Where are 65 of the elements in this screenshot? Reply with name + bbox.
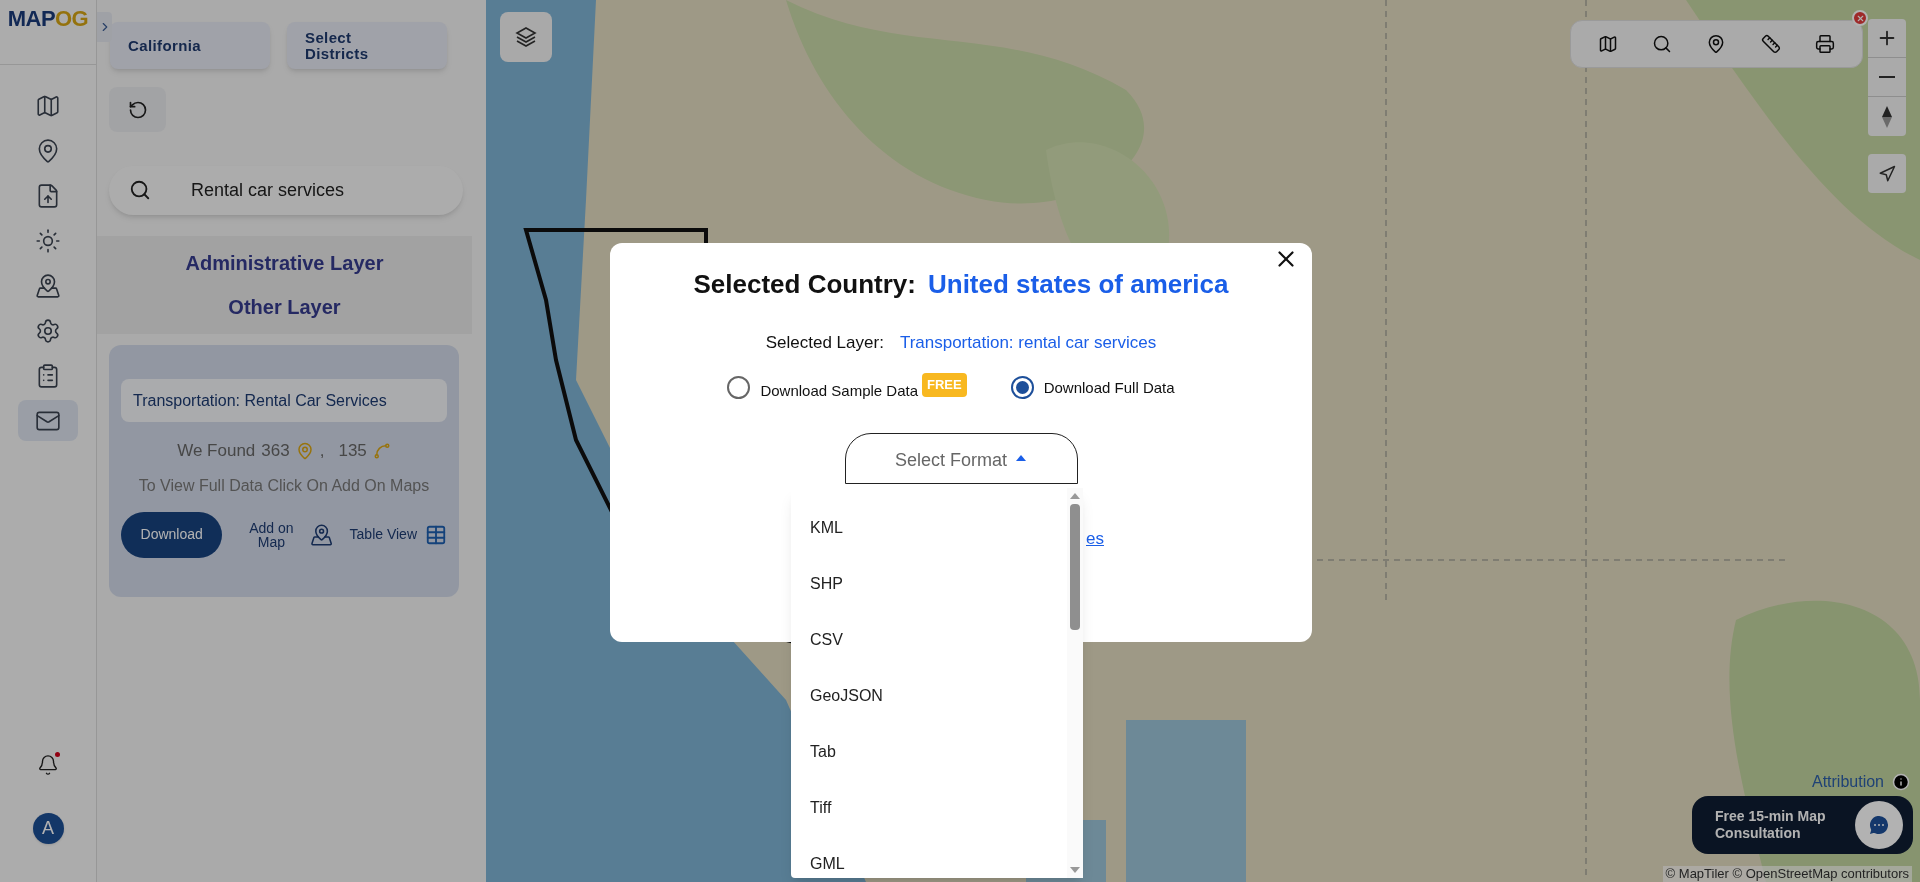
- hint-text: To View Full Data Click On Add On Maps: [138, 475, 430, 496]
- format-option[interactable]: GML: [791, 836, 1067, 882]
- format-option[interactable]: Tiff: [791, 780, 1067, 836]
- reset-button[interactable]: [109, 87, 166, 132]
- region-button[interactable]: Select Districts: [287, 22, 447, 69]
- format-option[interactable]: CSV: [791, 612, 1067, 668]
- avatar[interactable]: A: [32, 813, 64, 844]
- scroll-down-icon[interactable]: [1069, 866, 1081, 874]
- option-label[interactable]: Download Sample Data: [760, 379, 918, 402]
- format-option[interactable]: GeoJSON: [791, 668, 1067, 724]
- scrollbar[interactable]: [1067, 488, 1083, 878]
- layer-label: Selected Layer:: [765, 332, 884, 354]
- link-text[interactable]: es: [1086, 526, 1104, 552]
- format-select[interactable]: Select Format: [844, 433, 1078, 484]
- settings-icon: [35, 317, 61, 344]
- country-name: United states of america: [927, 268, 1229, 301]
- separator: ,: [319, 440, 325, 462]
- chat-icon: [1867, 813, 1891, 837]
- polyline-icon: [372, 441, 391, 460]
- search-icon: [129, 179, 151, 201]
- map-pin-icon[interactable]: [310, 522, 334, 547]
- consultation-banner[interactable]: Free 15-min Map Consultation: [1692, 796, 1913, 854]
- info-icon[interactable]: [1892, 773, 1910, 791]
- layer-tab[interactable]: Other Layer: [228, 295, 341, 319]
- points-count: 363: [261, 440, 290, 462]
- option-label[interactable]: Download Full Data: [1043, 376, 1175, 399]
- scroll-thumb[interactable]: [1070, 504, 1080, 630]
- search-field[interactable]: Rental car services: [109, 166, 463, 215]
- print-icon[interactable]: [1814, 34, 1835, 54]
- rail-button[interactable]: [18, 400, 78, 441]
- locate-icon: [1878, 164, 1896, 183]
- caret-icon: [1015, 454, 1027, 462]
- consultation-text: Free 15-min Map Consultation: [1715, 808, 1827, 842]
- bell-icon: [37, 754, 59, 776]
- format-option[interactable]: SHP: [791, 556, 1067, 612]
- layer-name-label: Transportation: Rental Car Services: [121, 379, 447, 422]
- download-button[interactable]: Download: [121, 511, 223, 558]
- compass-icon: [1882, 105, 1892, 128]
- radio-button[interactable]: [727, 376, 751, 400]
- add-on-map-button[interactable]: Add on Map: [242, 520, 301, 549]
- locate-button[interactable]: [1868, 154, 1906, 193]
- map-icon[interactable]: [1598, 34, 1619, 54]
- country-label: Selected Country:: [693, 268, 916, 301]
- layer-tab[interactable]: Administrative Layer: [185, 251, 384, 275]
- pin-icon: [295, 441, 314, 460]
- layers-icon: [514, 25, 538, 49]
- radio-button[interactable]: [1010, 376, 1034, 400]
- table-icon: [425, 523, 447, 546]
- reset-icon: [127, 99, 148, 120]
- chat-button[interactable]: [1855, 801, 1903, 849]
- lines-count: 135: [338, 440, 367, 462]
- region-button[interactable]: California: [110, 22, 270, 69]
- search-icon[interactable]: [1652, 34, 1673, 54]
- format-option[interactable]: KML: [791, 500, 1067, 556]
- layers-button[interactable]: [500, 12, 552, 62]
- table-view-button[interactable]: Table View: [349, 523, 447, 546]
- layer-name: Transportation: rental car services: [899, 332, 1157, 354]
- map-pin-icon: [35, 272, 61, 299]
- free-badge: FREE: [922, 373, 967, 397]
- found-label: We Found: [177, 440, 256, 462]
- sun-icon: [35, 227, 61, 254]
- scroll-up-icon[interactable]: [1069, 492, 1081, 500]
- logo[interactable]: MAPOG: [7, 8, 89, 30]
- ruler-icon[interactable]: [1760, 34, 1781, 54]
- format-option[interactable]: Tab: [791, 724, 1067, 780]
